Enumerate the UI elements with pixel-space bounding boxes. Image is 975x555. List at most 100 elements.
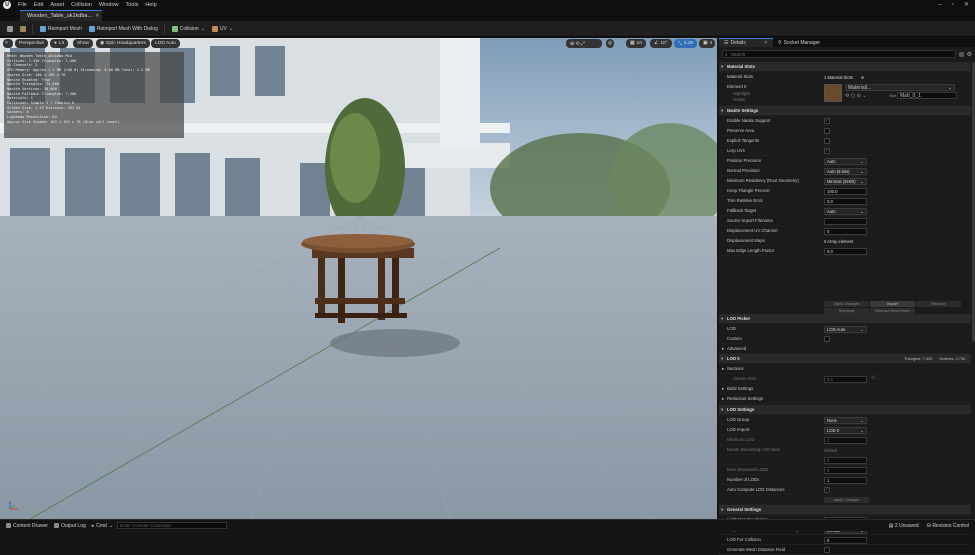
browse-button[interactable] (20, 25, 26, 32)
section-lod-settings[interactable]: ▾ LOD Settings (719, 405, 971, 415)
property-value[interactable]: 0 Array element (824, 238, 853, 245)
checkbox[interactable] (824, 128, 830, 134)
property-field[interactable]: 0 (824, 466, 867, 474)
gear-icon[interactable]: ⚙ (967, 51, 972, 58)
menu-asset[interactable]: Asset (50, 2, 64, 8)
menu-file[interactable]: File (18, 2, 27, 8)
property-dropdown[interactable]: Minimal (32KB) ⌄ (824, 177, 867, 185)
lit-button[interactable]: ● Lit (50, 39, 68, 48)
row-sections[interactable]: ▸ Sections (719, 364, 971, 374)
unreal-logo-icon[interactable]: U (3, 0, 11, 9)
lod-dropdown[interactable]: LOD Auto ⌄ (824, 325, 867, 333)
lod-apply-changes-button[interactable]: Apply Changes (824, 497, 869, 503)
property-field[interactable]: 0.0 (824, 247, 867, 255)
asset-tab[interactable]: Wooden_Table_uk1kdba... ✕ (20, 10, 102, 21)
menu-help[interactable]: Help (145, 2, 156, 8)
checkmark-icon[interactable]: ✓ (824, 118, 830, 124)
viewport-menu-button[interactable]: ≡ (3, 39, 13, 48)
material-actions-icon[interactable]: ⟲ ▢ ⊙ ⌄ (845, 93, 866, 99)
row-reduction-settings[interactable]: ▸ Reduction Settings (719, 394, 971, 404)
section-general-settings[interactable]: ▾ General Settings (719, 505, 971, 515)
screen-size-field[interactable]: 0.0 (824, 375, 867, 383)
checkmark-icon[interactable]: ✓ (824, 148, 830, 154)
checkbox[interactable] (824, 336, 830, 342)
property-dropdown[interactable]: LOD 0 ⌄ (824, 426, 867, 434)
mesh-viewport[interactable]: ≡ Perspective ● Lit Show ◉ Epic Headquarte… (0, 38, 717, 519)
remove-button[interactable]: Remove (916, 301, 961, 307)
checkmark-icon[interactable]: ✓ (824, 487, 830, 493)
property-checkbox[interactable] (824, 138, 830, 145)
reimport-dialog-button[interactable]: Reimport Mesh With Dialog (88, 25, 158, 32)
section-lod-0[interactable]: ▾ LOD 0 Triangles: 7,400 Vertices: 4,730 (719, 354, 971, 364)
property-field[interactable]: 0 (824, 456, 867, 464)
unsaved-button[interactable]: ▤ 2 Unsaved (889, 523, 919, 529)
perspective-button[interactable]: Perspective (15, 39, 49, 48)
content-drawer-button[interactable]: Content Drawer (6, 523, 48, 529)
tab-details-label: Details (730, 40, 746, 46)
property-field[interactable]: 0.0 (824, 197, 867, 205)
custom-checkbox[interactable] (824, 336, 830, 343)
environment-button[interactable]: ◉ Epic Headquarters (96, 39, 150, 48)
property-dropdown[interactable]: None ⌄ (824, 416, 867, 424)
menu-collision[interactable]: Collision (71, 2, 92, 8)
close-tab-icon[interactable]: ✕ (95, 13, 100, 19)
property-field[interactable] (824, 217, 867, 225)
apply-changes-button[interactable]: Apply Changes (824, 301, 869, 307)
tab-details[interactable]: ☰ Details ✕ (719, 38, 773, 47)
menu-edit[interactable]: Edit (34, 2, 43, 8)
import-button[interactable]: Import (870, 301, 915, 307)
uv-dropdown[interactable]: UV ⌄ (211, 25, 233, 32)
material-dropdown[interactable]: MaterialI... ⌄ (845, 84, 955, 91)
world-local-toggle[interactable]: ◎ (606, 39, 615, 48)
save-button[interactable] (7, 25, 13, 32)
checkbox[interactable] (824, 547, 830, 553)
add-slot-icon[interactable]: ⊕ (861, 75, 865, 80)
row-build-settings[interactable]: ▸ Build Settings (719, 384, 971, 394)
property-checkbox[interactable]: ✓ (824, 148, 830, 155)
show-button[interactable]: Show (73, 39, 93, 48)
reimport-mesh-button[interactable]: Reimport Mesh (40, 25, 82, 32)
property-checkbox[interactable]: ✓ (824, 487, 830, 494)
menu-tools[interactable]: Tools (125, 2, 138, 8)
property-checkbox[interactable] (824, 128, 830, 135)
section-lod-picker[interactable]: ▾ LOD Picker (719, 314, 971, 324)
chevron-down-icon: ▾ (721, 316, 724, 321)
scale-snap-button[interactable]: ⤡ 0.25 (674, 39, 698, 48)
tab-socket-manager[interactable]: ⚲ Socket Manager (773, 38, 825, 47)
property-dropdown[interactable]: Auto (8 bits) ⌄ (824, 167, 867, 175)
property-field[interactable]: 0 (824, 536, 867, 544)
close-tab-icon[interactable]: ✕ (764, 40, 768, 46)
slot-name-field[interactable]: MatI_0_1 (897, 92, 957, 99)
property-field[interactable]: 100.0 (824, 187, 867, 195)
collision-dropdown[interactable]: Collision ⌄ (171, 25, 205, 32)
minimize-icon[interactable]: – (938, 2, 941, 8)
row-advanced[interactable]: ▸ Advanced (719, 344, 971, 354)
property-dropdown[interactable]: Auto ⌄ (824, 207, 867, 215)
details-search-input[interactable]: ⌕ Search (722, 50, 956, 58)
menu-window[interactable]: Window (99, 2, 119, 8)
section-nanite-settings[interactable]: ▾ Nanite Settings (719, 106, 971, 116)
maximize-icon[interactable]: ▫ (952, 2, 954, 8)
transform-tools[interactable]: ⊕ ⟲ ⤢ (566, 39, 602, 48)
property-checkbox[interactable] (824, 547, 830, 554)
rotation-snap-button[interactable]: ∠ 10° (650, 39, 672, 48)
material-thumbnail[interactable] (824, 84, 842, 102)
output-log-button[interactable]: Output Log (54, 523, 86, 529)
property-field[interactable]: 0 (824, 436, 867, 444)
lod-button[interactable]: LOD Auto (151, 39, 180, 48)
property-field[interactable]: 1 (824, 476, 867, 484)
property-dropdown[interactable]: Auto ⌄ (824, 157, 867, 165)
checkbox[interactable] (824, 138, 830, 144)
section-material-slots[interactable]: ▾ Material Slots (719, 62, 971, 72)
property-checkbox[interactable]: ✓ (824, 118, 830, 125)
property-value[interactable]: Default (824, 447, 837, 454)
close-icon[interactable]: ✕ (964, 1, 969, 8)
layout-icon[interactable] (958, 51, 964, 57)
camera-speed-button[interactable]: ▣ 4 (699, 39, 715, 48)
reset-icon[interactable]: ⊙ (871, 375, 875, 381)
cmd-dropdown[interactable]: ▸ Cmd ⌄ (92, 523, 113, 529)
grid-snap-button[interactable]: ▦ 10 (626, 39, 646, 48)
console-command-input[interactable]: Enter Console Command (117, 522, 228, 529)
property-field[interactable]: 0 (824, 227, 867, 235)
revision-control-button[interactable]: ⛁ Revision Control (927, 523, 969, 529)
